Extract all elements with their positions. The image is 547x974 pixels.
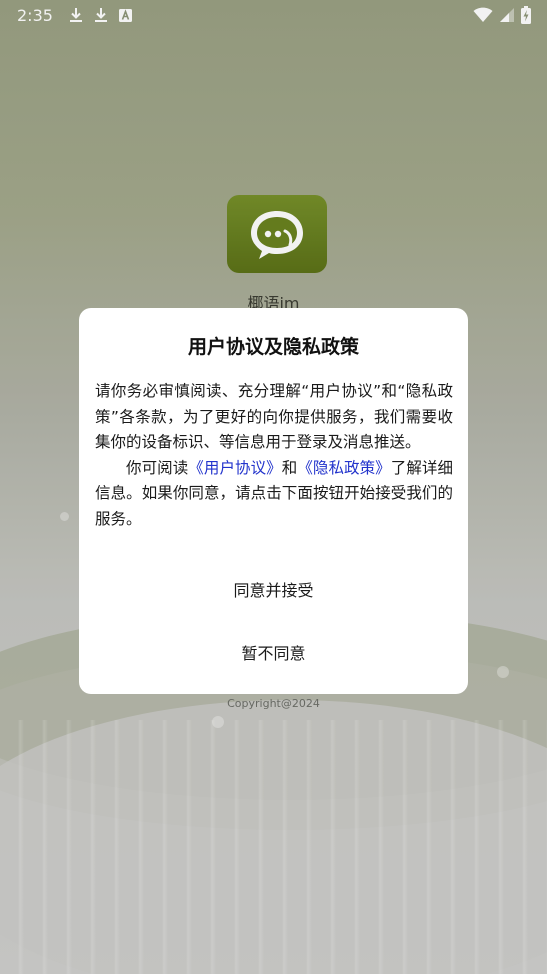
- agree-button[interactable]: 同意并接受: [79, 567, 468, 611]
- dialog-title: 用户协议及隐私政策: [187, 336, 359, 358]
- dialog-paragraph-1: 请你务必审慎阅读、充分理解“用户协议”和“隐私政策”各条款，为了更好的向你提供服…: [95, 382, 453, 452]
- disagree-button[interactable]: 暂不同意: [79, 630, 468, 674]
- privacy-policy-link[interactable]: 《隐私政策》: [297, 459, 390, 477]
- privacy-dialog: 用户协议及隐私政策 请你务必审慎阅读、充分理解“用户协议”和“隐私政策”各条款，…: [79, 308, 468, 694]
- dialog-body: 请你务必审慎阅读、充分理解“用户协议”和“隐私政策”各条款，为了更好的向你提供服…: [95, 379, 453, 533]
- user-agreement-link[interactable]: 《用户协议》: [188, 459, 281, 477]
- paragraph-2-prefix: 你可阅读: [126, 458, 189, 477]
- paragraph-2-and: 和: [281, 458, 298, 477]
- dialog-paragraph-2: 你可阅读《用户协议》和《隐私政策》了解详细信息。如果你同意，请点击下面按钮开始接…: [95, 456, 453, 533]
